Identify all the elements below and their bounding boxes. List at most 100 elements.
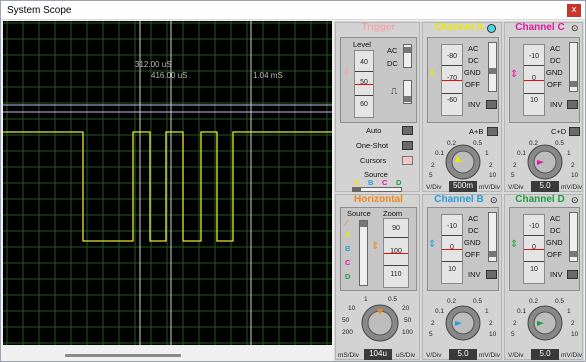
- horizontal-scrollbar[interactable]: [3, 347, 332, 359]
- channel-c-unit-left: V/Div: [508, 184, 524, 191]
- channel-c-readout: 5.0: [531, 181, 559, 192]
- channel-c-gear-icon[interactable]: ⊙: [571, 23, 579, 34]
- horizontal-title: Horizontal: [354, 194, 403, 205]
- auto-label: Auto: [366, 126, 382, 135]
- channel-a-combo-button[interactable]: [487, 127, 498, 136]
- channel-b-inv-label: INV: [468, 270, 481, 279]
- channel-b-inv-button[interactable]: [486, 270, 497, 279]
- trigger-edge-switch[interactable]: [403, 80, 412, 104]
- horizontal-source-d[interactable]: D: [345, 272, 350, 281]
- channel-c-inv-button[interactable]: [567, 100, 578, 109]
- channel-b-unit-right: mV/Div: [479, 352, 500, 359]
- channel-c-scale[interactable]: -10 0 10: [523, 44, 545, 116]
- channel-d-position-arrow-icon: ⇕: [510, 239, 519, 250]
- level-scale[interactable]: 40 50 60: [354, 50, 374, 118]
- channel-a-scale[interactable]: -80 -70 -60: [441, 44, 463, 116]
- scope-grid: [3, 21, 332, 345]
- channel-a-combo-label: A+B: [469, 127, 484, 136]
- channel-b-section: Channel B ⊙ ⇕ -10 0 10 AC DC GND OFF INV: [422, 194, 502, 360]
- channel-b-readout: 5.0: [449, 349, 477, 360]
- channel-d-scale[interactable]: -10 0 10: [523, 214, 545, 284]
- scale-num: 10: [530, 266, 538, 273]
- scroll-thumb[interactable]: [65, 354, 181, 357]
- trigger-section: Trigger Level 40 50 60 ⇕ AC DC ⎍ Auto On…: [335, 22, 420, 192]
- scale-num: -80: [446, 53, 458, 60]
- channel-d-volts-dial[interactable]: 0.2 0.5 0.1 1 2 2 5 10: [509, 295, 581, 351]
- channel-c-dc: DC: [550, 56, 561, 65]
- horizontal-source-switch[interactable]: [359, 220, 368, 286]
- cursor-label-2: 416.00 uS: [151, 71, 188, 80]
- trigger-source-a[interactable]: A: [354, 178, 359, 187]
- channel-b-box: ⇕ -10 0 10 AC DC GND OFF INV: [427, 207, 499, 291]
- channel-b-off: OFF: [465, 250, 480, 259]
- channel-a-inv-button[interactable]: [486, 100, 497, 109]
- level-arrow-icon: ⇕: [343, 67, 352, 78]
- horizontal-section: Horizontal Source Zoom ⟋ A B C D ⇕ 90 10…: [335, 194, 420, 360]
- channel-c-combo-button[interactable]: [569, 127, 580, 136]
- channel-b-coupling-switch[interactable]: [488, 212, 497, 262]
- scope-display[interactable]: 312.00 uS 416.00 uS 1.04 mS: [3, 21, 332, 345]
- trigger-source-slider[interactable]: [352, 187, 402, 192]
- horizontal-readout: 104u: [364, 349, 392, 360]
- channel-a-unit-left: V/Div: [426, 184, 442, 191]
- oneshot-button[interactable]: [402, 141, 413, 150]
- channel-a-readout: 500m: [449, 181, 477, 192]
- channel-b-scale[interactable]: -10 0 10: [441, 214, 463, 284]
- trigger-ac-label: AC: [387, 46, 398, 55]
- channel-a-box: ⇕ -80 -70 -60 AC DC GND OFF INV: [427, 37, 499, 123]
- scale-num: 10: [530, 97, 538, 104]
- channel-a-coupling-switch[interactable]: [488, 42, 497, 92]
- horizontal-box: Source Zoom ⟋ A B C D ⇕ 90 100 110: [340, 207, 417, 291]
- channel-c-off: OFF: [547, 80, 562, 89]
- channel-d-off: OFF: [547, 250, 562, 259]
- close-button[interactable]: x: [567, 4, 581, 17]
- scale-num: -10: [528, 223, 540, 230]
- channel-c-ac: AC: [550, 44, 561, 53]
- rising-edge-icon: ⎍: [391, 86, 398, 96]
- channel-a-dc: DC: [468, 56, 479, 65]
- channel-c-combo-label: C+D: [551, 127, 567, 136]
- cyan-dot-icon[interactable]: [487, 24, 496, 33]
- horizontal-source-b[interactable]: B: [345, 244, 350, 253]
- level-label: Level: [353, 40, 371, 49]
- scale-num: -60: [446, 97, 458, 104]
- horizontal-time-dial[interactable]: 1 0.5 10 20 50 50 200 100: [342, 295, 418, 351]
- channel-a-unit-right: mV/Div: [479, 184, 500, 191]
- channel-a-position-arrow-icon: ⇕: [428, 69, 437, 80]
- title-bar[interactable]: System Scope x: [1, 1, 585, 20]
- window-title: System Scope: [7, 5, 72, 16]
- channel-b-gear-icon[interactable]: ⊙: [490, 195, 498, 206]
- channel-d-gnd: GND: [546, 238, 563, 247]
- zoom-arrow-icon: ⇕: [371, 241, 380, 252]
- channel-d-unit-right: mV/Div: [561, 352, 582, 359]
- channel-d-unit-left: V/Div: [508, 352, 524, 359]
- auto-button[interactable]: [402, 126, 413, 135]
- trigger-source-b[interactable]: B: [368, 178, 373, 187]
- cursors-button[interactable]: [402, 156, 413, 165]
- channel-d-title: Channel D: [515, 194, 565, 205]
- channel-c-coupling-switch[interactable]: [569, 42, 578, 92]
- channel-d-inv-button[interactable]: [567, 270, 578, 279]
- channel-d-coupling-switch[interactable]: [569, 212, 578, 262]
- horizontal-source-a[interactable]: A: [345, 230, 350, 239]
- channel-a-ac: AC: [468, 44, 479, 53]
- channel-d-gear-icon[interactable]: ⊙: [571, 195, 579, 206]
- channel-b-volts-dial[interactable]: 0.2 0.5 0.1 1 2 2 5 10: [427, 295, 499, 351]
- trigger-source-c[interactable]: C: [382, 178, 387, 187]
- trigger-title: Trigger: [361, 22, 396, 33]
- channel-a-section: Channel A ⇕ -80 -70 -60 AC DC GND OFF IN…: [422, 22, 502, 192]
- zoom-scale[interactable]: 90 100 110: [383, 218, 409, 288]
- channel-a-inv-label: INV: [468, 100, 481, 109]
- channel-b-ac: AC: [468, 214, 479, 223]
- channel-c-gnd: GND: [546, 68, 563, 77]
- horizontal-source-c[interactable]: C: [345, 258, 350, 267]
- ramp-icon: ⟋: [343, 218, 350, 228]
- trigger-source-d[interactable]: D: [396, 178, 401, 187]
- cursors-label: Cursors: [360, 156, 387, 165]
- channel-c-position-arrow-icon: ⇕: [510, 69, 519, 80]
- scale-num: 10: [448, 266, 456, 273]
- channel-d-dc: DC: [550, 226, 561, 235]
- trigger-coupling-switch[interactable]: [403, 44, 412, 68]
- channel-a-off: OFF: [465, 80, 480, 89]
- channel-b-position-arrow-icon: ⇕: [428, 239, 437, 250]
